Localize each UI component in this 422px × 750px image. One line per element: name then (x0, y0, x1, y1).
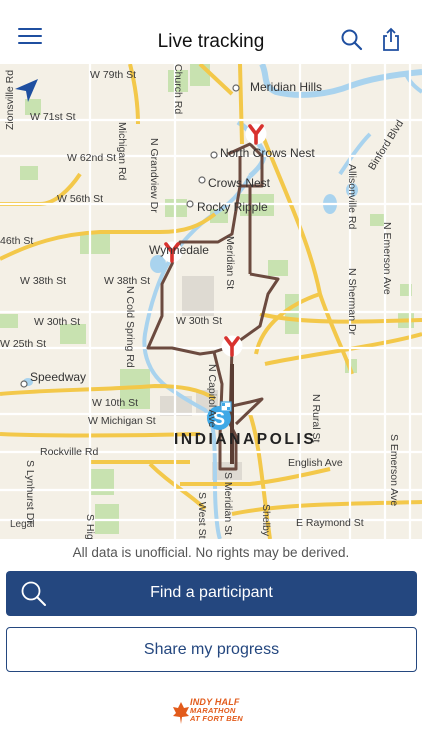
top-bar: Live tracking (0, 0, 422, 64)
event-logo: INDY HALF MARATHON AT FORT BEN (172, 697, 248, 727)
map-place-dots (20, 84, 240, 388)
share-progress-label: Share my progress (143, 641, 280, 658)
disclaimer-text: All data is unofficial. No rights may be… (72, 545, 350, 560)
app-screen: Live tracking S W 79th St W 71st St W 62… (0, 0, 422, 750)
share-icon[interactable] (380, 27, 402, 53)
logo-text: AT FORT BEN (190, 714, 244, 723)
leaf-logo-icon (173, 702, 189, 724)
search-icon[interactable] (340, 28, 364, 52)
route-map[interactable]: S W 79th St W 71st St W 62nd St W 56th S… (0, 64, 422, 539)
share-progress-button[interactable]: Share my progress (6, 627, 417, 672)
legal-link[interactable]: Legal (10, 519, 34, 530)
find-participant-button[interactable]: Find a participant (6, 571, 417, 616)
location-arrow-icon[interactable] (12, 76, 42, 106)
find-participant-label: Find a participant (150, 584, 273, 601)
